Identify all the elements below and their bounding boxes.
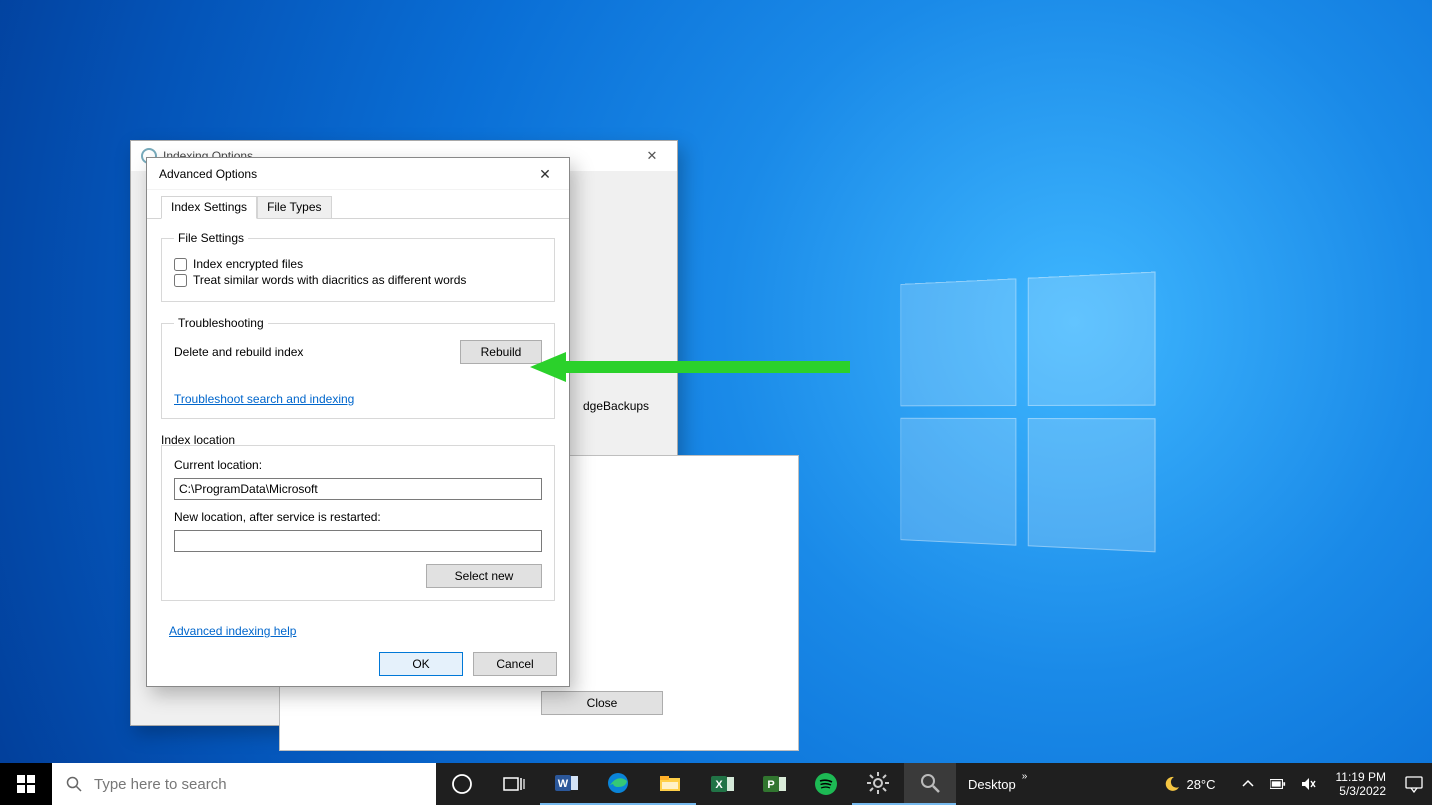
troubleshooting-legend: Troubleshooting (174, 316, 268, 330)
desktop-background: Indexing Options ✕ I dgeBackups H T Clos… (0, 0, 1432, 805)
chevron-right-icon: » (1022, 771, 1028, 782)
obscured-list-item: dgeBackups (583, 399, 649, 413)
project-app-icon[interactable]: P (748, 763, 800, 805)
checkbox-index-encrypted-label: Index encrypted files (193, 257, 303, 271)
new-location-label: New location, after service is restarted… (174, 510, 542, 524)
advanced-options-dialog: Advanced Options ✕ Index Settings File T… (146, 157, 570, 687)
windows-logo-wallpaper (900, 271, 1157, 554)
clock-time: 11:19 PM (1336, 770, 1386, 784)
taskbar: Type here to search W X P (0, 763, 1432, 805)
search-icon (66, 776, 82, 792)
advanced-options-titlebar[interactable]: Advanced Options (147, 158, 569, 190)
weather-widget[interactable]: 28°C (1150, 776, 1229, 792)
desktop-toolbar[interactable]: Desktop » (956, 777, 1037, 792)
excel-app-icon[interactable]: X (696, 763, 748, 805)
clock-date: 5/3/2022 (1336, 784, 1386, 798)
tab-bar: Index Settings File Types (147, 190, 569, 219)
rebuild-label: Delete and rebuild index (174, 345, 303, 359)
checkbox-index-encrypted[interactable]: Index encrypted files (174, 257, 542, 271)
action-center-icon[interactable] (1396, 763, 1432, 805)
troubleshoot-link[interactable]: Troubleshoot search and indexing (174, 392, 354, 406)
tab-index-settings[interactable]: Index Settings (161, 196, 257, 219)
weather-temp: 28°C (1186, 777, 1215, 792)
dialog-title: Advanced Options (159, 167, 257, 181)
close-icon[interactable]: ✕ (525, 162, 565, 186)
select-new-button[interactable]: Select new (426, 564, 542, 588)
new-location-field[interactable] (174, 530, 542, 552)
checkbox-diacritics-label: Treat similar words with diacritics as d… (193, 273, 466, 287)
svg-text:X: X (715, 779, 723, 791)
indexing-options-taskbar-icon[interactable] (904, 763, 956, 805)
moon-icon (1164, 776, 1180, 792)
settings-app-icon[interactable] (852, 763, 904, 805)
current-location-field[interactable] (174, 478, 542, 500)
cancel-button[interactable]: Cancel (473, 652, 557, 676)
edge-app-icon[interactable] (592, 763, 644, 805)
spotify-app-icon[interactable] (800, 763, 852, 805)
troubleshooting-group: Troubleshooting Delete and rebuild index… (161, 316, 555, 419)
ok-button[interactable]: OK (379, 652, 463, 676)
word-app-icon[interactable]: W (540, 763, 592, 805)
close-button[interactable]: Close (541, 691, 663, 715)
search-settings-icon (917, 770, 943, 796)
start-button[interactable] (0, 763, 52, 805)
cortana-button[interactable] (436, 763, 488, 805)
battery-icon[interactable] (1270, 776, 1286, 792)
checkbox-diacritics[interactable]: Treat similar words with diacritics as d… (174, 273, 542, 287)
taskbar-search[interactable]: Type here to search (52, 763, 436, 805)
file-settings-legend: File Settings (174, 231, 248, 245)
chevron-up-icon[interactable] (1240, 776, 1256, 792)
checkbox-index-encrypted-input[interactable] (174, 258, 187, 271)
search-placeholder: Type here to search (94, 776, 227, 793)
file-explorer-icon[interactable] (644, 763, 696, 805)
gear-icon (865, 770, 891, 796)
index-location-group: Current location: New location, after se… (161, 445, 555, 601)
file-settings-group: File Settings Index encrypted files Trea… (161, 231, 555, 302)
rebuild-button[interactable]: Rebuild (460, 340, 542, 364)
desktop-toolbar-label: Desktop (968, 777, 1016, 792)
taskbar-clock[interactable]: 11:19 PM 5/3/2022 (1326, 770, 1396, 798)
current-location-label: Current location: (174, 458, 542, 472)
tab-file-types[interactable]: File Types (257, 196, 331, 218)
advanced-help-link[interactable]: Advanced indexing help (169, 624, 296, 638)
checkbox-diacritics-input[interactable] (174, 274, 187, 287)
close-icon[interactable]: ✕ (635, 145, 669, 167)
task-view-button[interactable] (488, 763, 540, 805)
volume-muted-icon[interactable] (1300, 776, 1316, 792)
svg-text:W: W (558, 778, 569, 790)
svg-text:P: P (767, 779, 774, 791)
